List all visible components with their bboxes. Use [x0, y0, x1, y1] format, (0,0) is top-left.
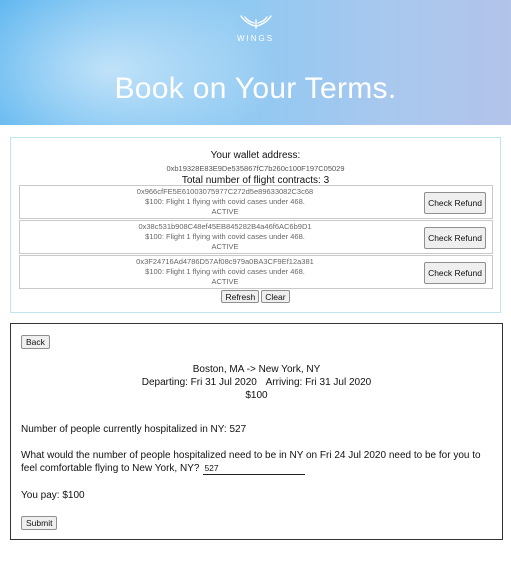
contract-list: 0x966cfFE5E61003075977C272d5e89633082C3c…: [19, 185, 493, 290]
flight-route: Boston, MA -> New York, NY: [192, 364, 321, 375]
contract-address: 0x38c531b908C48ef45EB845282B4a46f6AC6b9D…: [138, 222, 312, 231]
submit-button[interactable]: Submit: [21, 516, 58, 530]
contract-info: 0x3F24716Ad4786D57Af08c979a0BA3CF9Ef12a3…: [20, 257, 430, 287]
departing-date: Departing: Fri 31 Jul 2020: [141, 377, 257, 388]
hospitalized-threshold-input[interactable]: [203, 462, 306, 475]
flight-panel: Back Boston, MA -> New York, NY Departin…: [10, 323, 503, 540]
wallet-address: 0xb19328E83E9De535867fC7b260c100F197C050…: [166, 164, 345, 173]
check-refund-button[interactable]: Check Refund: [424, 192, 486, 214]
contract-status: ACTIVE: [211, 277, 239, 286]
clear-button[interactable]: Clear: [261, 290, 290, 303]
contract-row: 0x966cfFE5E61003075977C272d5e89633082C3c…: [19, 185, 493, 219]
threshold-question: What would the number of people hospital…: [21, 449, 491, 475]
hero-banner: WINGS Book on Your Terms.: [0, 0, 511, 125]
contract-row: 0x3F24716Ad4786D57Af08c979a0BA3CF9Ef12a3…: [19, 255, 493, 289]
contract-status: ACTIVE: [211, 207, 239, 216]
contract-address: 0x3F24716Ad4786D57Af08c979a0BA3CF9Ef12a3…: [136, 257, 314, 266]
contract-info: 0x38c531b908C48ef45EB845282B4a46f6AC6b9D…: [20, 222, 430, 252]
brand-name: WINGS: [236, 34, 275, 43]
wallet-panel: Your wallet address: 0xb19328E83E9De5358…: [10, 137, 501, 313]
refresh-button[interactable]: Refresh: [221, 290, 260, 303]
check-refund-button[interactable]: Check Refund: [424, 262, 486, 284]
hospitalized-count: Number of people currently hospitalized …: [21, 424, 247, 435]
flight-price: $100: [245, 390, 268, 401]
hero-title: Book on Your Terms.: [114, 72, 397, 105]
contract-description: $100: Flight 1 flying with covid cases u…: [145, 197, 305, 206]
arriving-date: Arriving: Fri 31 Jul 2020: [265, 377, 372, 388]
flight-dates: Departing: Fri 31 Jul 2020 Arriving: Fri…: [11, 377, 502, 388]
wings-logo-icon: [239, 15, 272, 29]
you-pay: You pay: $100: [21, 490, 85, 501]
contract-info: 0x966cfFE5E61003075977C272d5e89633082C3c…: [20, 187, 430, 217]
contract-description: $100: Flight 1 flying with covid cases u…: [145, 267, 305, 276]
wallet-label: Your wallet address:: [210, 150, 301, 161]
wallet-actions: Refresh Clear: [11, 290, 500, 303]
check-refund-button[interactable]: Check Refund: [424, 227, 486, 249]
contract-address: 0x966cfFE5E61003075977C272d5e89633082C3c…: [136, 187, 314, 196]
brand-logo: WINGS: [0, 14, 511, 43]
contract-status: ACTIVE: [211, 242, 239, 251]
back-button[interactable]: Back: [21, 335, 50, 349]
contract-description: $100: Flight 1 flying with covid cases u…: [145, 232, 305, 241]
contract-row: 0x38c531b908C48ef45EB845282B4a46f6AC6b9D…: [19, 220, 493, 254]
